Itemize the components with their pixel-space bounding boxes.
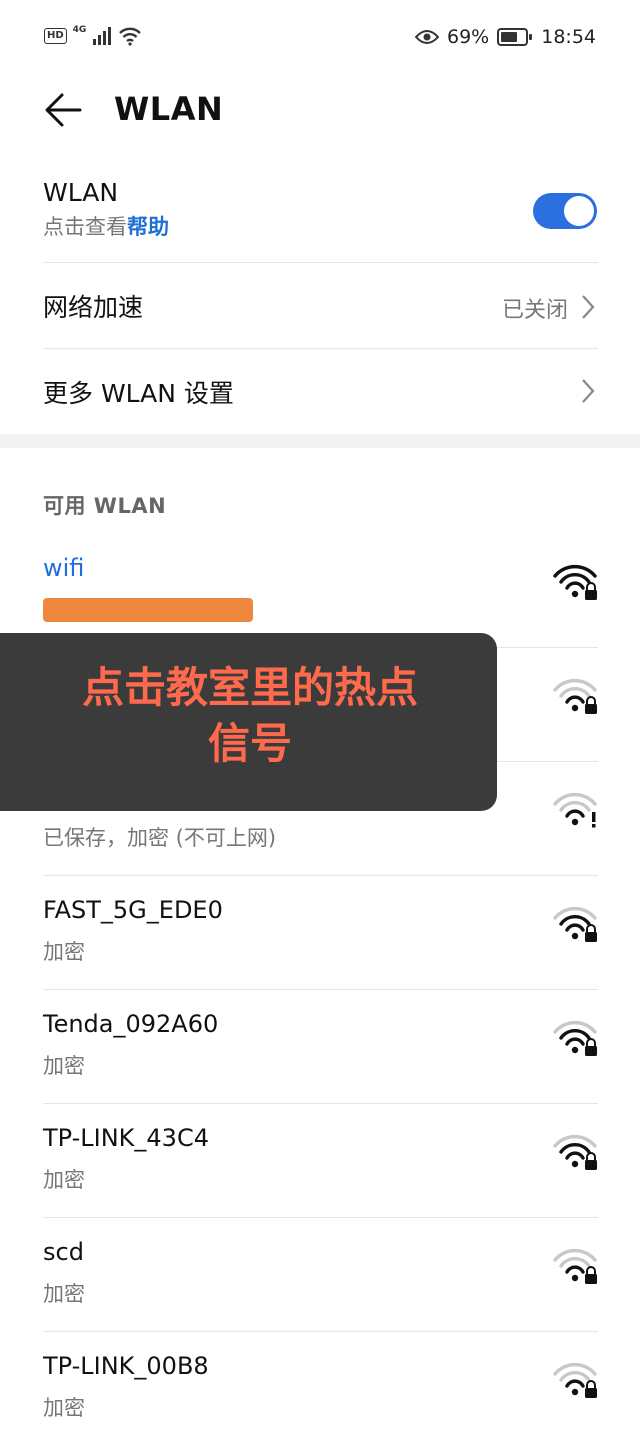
network-name: scd — [43, 1238, 84, 1266]
network-name: wifi — [43, 554, 85, 582]
network-name: Tenda_092A60 — [43, 1010, 219, 1038]
back-arrow-icon[interactable] — [44, 90, 84, 130]
wifi-lock-icon — [553, 1248, 597, 1284]
battery-icon — [497, 28, 533, 46]
instruction-line-2: 信号 — [207, 719, 292, 768]
network-item[interactable]: TP-LINK_00B8 加密 — [43, 1332, 598, 1446]
available-wlan-title: 可用 WLAN — [43, 494, 167, 518]
network-status: 加密 — [43, 1168, 85, 1192]
signal-icon — [93, 27, 112, 45]
clock: 18:54 — [541, 26, 596, 48]
wifi-lock-icon — [553, 678, 597, 714]
help-link[interactable]: 帮助 — [127, 215, 169, 239]
wifi-warning-icon — [553, 792, 597, 828]
wlan-label: WLAN — [43, 178, 119, 207]
status-left: HD 4G — [44, 25, 142, 46]
network-type-label: 4G — [72, 25, 87, 35]
network-name: TP-LINK_43C4 — [43, 1124, 209, 1152]
header: WLAN — [0, 76, 640, 146]
network-item[interactable]: Tenda_092A60 加密 — [43, 990, 598, 1104]
instruction-line-1: 点击教室里的热点 — [81, 663, 418, 712]
eye-comfort-icon — [415, 30, 439, 44]
wifi-lock-icon — [553, 1362, 597, 1398]
divider — [43, 348, 598, 349]
wlan-help-prefix: 点击查看 — [43, 215, 127, 239]
more-wlan-label: 更多 WLAN 设置 — [43, 379, 234, 408]
status-bar: HD 4G 69% 18:54 — [0, 0, 640, 76]
divider — [43, 262, 598, 263]
section-gap — [0, 434, 640, 448]
toggle-knob — [564, 196, 594, 226]
network-status: 加密 — [43, 1396, 85, 1420]
network-status: 加密 — [43, 1054, 85, 1078]
network-accel-value: 已关闭 — [501, 298, 568, 323]
network-name: FAST_5G_EDE0 — [43, 896, 223, 924]
chevron-right-icon — [582, 379, 595, 403]
wifi-lock-icon — [553, 1020, 597, 1056]
more-wlan-settings-row[interactable]: 更多 WLAN 设置 — [43, 374, 598, 410]
wlan-toggle-switch[interactable] — [533, 193, 597, 229]
network-status: 加密 — [43, 940, 85, 964]
hd-badge: HD — [44, 28, 67, 44]
wifi-lock-icon — [553, 564, 597, 600]
wifi-status-icon — [119, 27, 142, 46]
wifi-lock-icon — [553, 906, 597, 942]
network-item[interactable]: scd 加密 — [43, 1218, 598, 1332]
network-item[interactable]: wifi — [43, 534, 598, 648]
battery-percent: 69% — [447, 26, 490, 48]
wlan-help-text: 点击查看帮助 — [43, 211, 598, 241]
network-item[interactable]: FAST_5G_EDE0 加密 — [43, 876, 598, 990]
wlan-toggle-row[interactable]: WLAN 点击查看帮助 — [43, 178, 598, 241]
chevron-right-icon — [582, 295, 595, 319]
instruction-text: 点击教室里的热点 信号 — [20, 660, 480, 772]
wifi-lock-icon — [553, 1134, 597, 1170]
network-name: TP-LINK_00B8 — [43, 1352, 209, 1380]
redaction-mark — [43, 598, 253, 622]
network-item[interactable]: TP-LINK_43C4 加密 — [43, 1104, 598, 1218]
network-status: 加密 — [43, 1282, 85, 1306]
page-title: WLAN — [114, 90, 224, 128]
status-right: 69% 18:54 — [415, 26, 596, 48]
network-status: 已保存，加密 (不可上网) — [43, 826, 277, 850]
